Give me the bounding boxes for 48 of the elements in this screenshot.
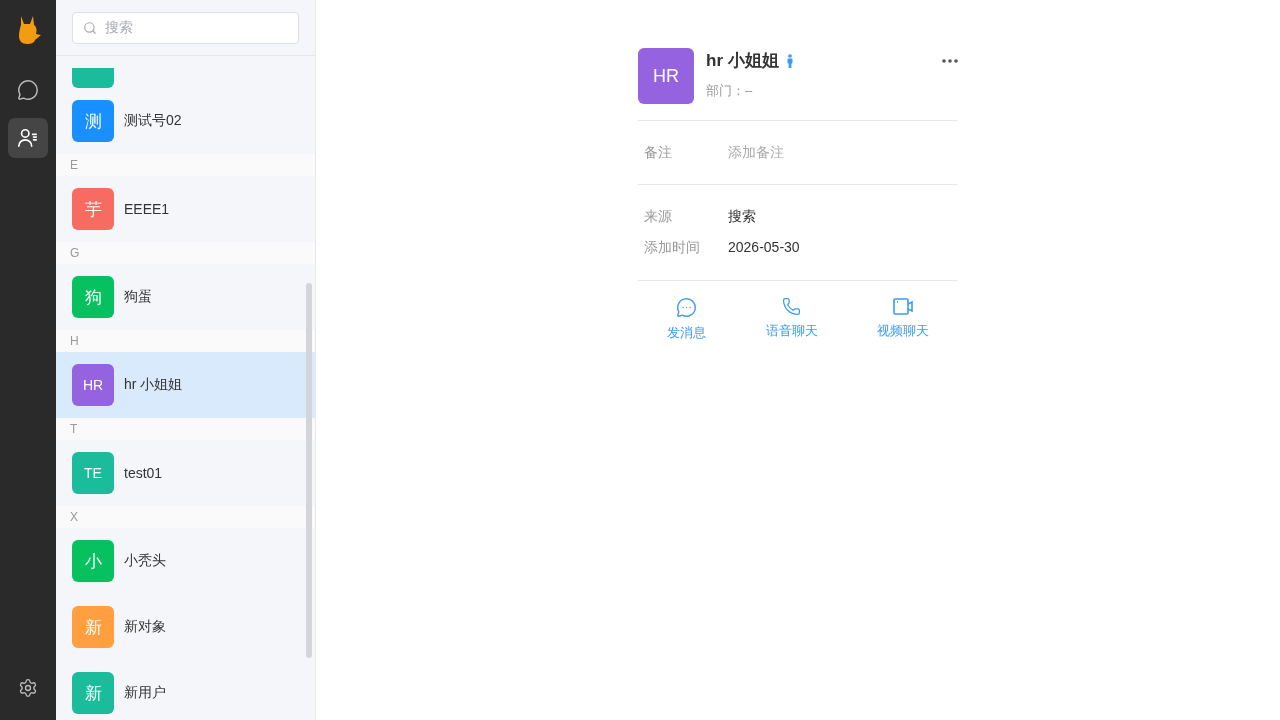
contact-name: 新对象 [124, 618, 166, 636]
message-icon [676, 297, 697, 318]
profile-avatar: HR [638, 48, 694, 104]
field-label: 添加时间 [644, 239, 701, 257]
index-letter: T [56, 418, 315, 440]
field-value: 搜索 [728, 208, 756, 226]
contact-item[interactable]: 芋 EEEE1 [56, 176, 315, 242]
contact-item[interactable]: 测 测试号02 [56, 88, 315, 154]
nav-button[interactable] [8, 118, 48, 158]
contact-name: test01 [124, 465, 163, 481]
contact-avatar: 测 [72, 100, 114, 142]
index-letter: G [56, 242, 315, 264]
video-icon [892, 297, 914, 316]
search-icon [83, 21, 97, 35]
contact-name: 测试号02 [124, 112, 182, 130]
contact-avatar: 芋 [72, 188, 114, 230]
contacts-icon [17, 127, 39, 149]
field-label: 备注 [644, 144, 673, 162]
male-icon [786, 53, 793, 68]
contact-avatar: 狗 [72, 276, 114, 318]
index-letter: E [56, 154, 315, 176]
contact-avatar: 新 [72, 672, 114, 714]
field-label: 来源 [644, 208, 673, 226]
contact-avatar: HR [72, 364, 114, 406]
chat-icon [17, 79, 39, 101]
contact-item[interactable]: 狗 狗蛋 [56, 264, 315, 330]
contact-avatar: 新 [72, 606, 114, 648]
contact-item[interactable]: TE test01 [56, 440, 315, 506]
contact-name: hr 小姐姐 [124, 376, 183, 394]
contact-item[interactable]: HR hr 小姐姐 [56, 352, 315, 418]
scrollbar-thumb[interactable] [306, 283, 312, 658]
contact-name: 新用户 [124, 684, 166, 702]
contact-item[interactable]: 小 小秃头 [56, 528, 315, 594]
more-icon[interactable] [942, 58, 958, 63]
contact-avatar: 小 [72, 540, 114, 582]
department-text: 部门：– [706, 82, 754, 100]
contact-name: 小秃头 [124, 552, 166, 570]
contact-item[interactable]: 新 新对象 [56, 594, 315, 660]
phone-icon [782, 297, 801, 316]
settings-icon [18, 678, 38, 698]
field-value: 2026-05-30 [728, 239, 800, 257]
contact-name: 狗蛋 [124, 288, 152, 306]
contact-avatar: TE [72, 452, 114, 494]
contact-item[interactable]: 新 新用户 [56, 660, 315, 720]
index-letter: H [56, 330, 315, 352]
profile-name: hr 小姐姐 [706, 50, 779, 72]
index-letter: X [56, 506, 315, 528]
contact-name: EEEE1 [124, 201, 170, 217]
